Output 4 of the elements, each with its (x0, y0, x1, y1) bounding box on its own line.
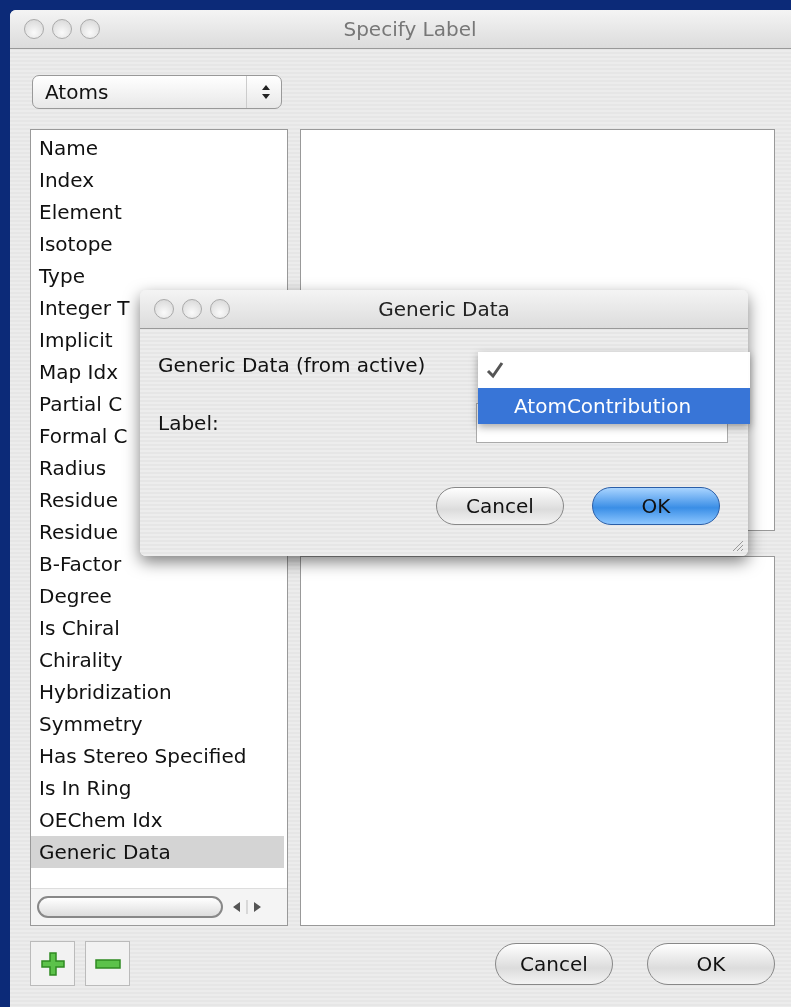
field-label: Label: (158, 411, 220, 435)
dialog-title: Generic Data (378, 297, 510, 321)
window-title: Specify Label (343, 17, 477, 41)
field-label: Generic Data (from active) (158, 353, 427, 377)
